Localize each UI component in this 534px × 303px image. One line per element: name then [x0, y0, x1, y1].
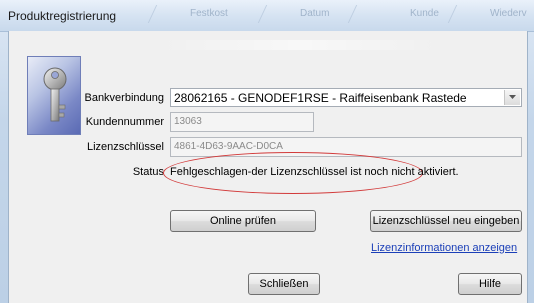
license-key-value: 4861-4D63-9AAC-D0CA [174, 141, 283, 152]
background-label: Datum [300, 8, 330, 19]
online-check-button[interactable]: Online prüfen [170, 210, 316, 232]
license-label: Lizenzschlüssel [86, 141, 164, 153]
license-info-link[interactable]: Lizenzinformationen anzeigen [371, 242, 517, 254]
background-label: Festkost [190, 8, 228, 19]
customer-label: Kundennummer [85, 116, 164, 128]
background-separator [257, 5, 282, 23]
chevron-down-icon [509, 95, 516, 99]
faded-header [160, 40, 440, 50]
background-label: Kunde [410, 8, 439, 19]
bank-select-dropdown-button[interactable] [504, 90, 520, 105]
status-label: Status [132, 166, 164, 178]
background-separator [447, 5, 472, 23]
customer-number-value: 13063 [174, 116, 202, 127]
key-icon-panel [27, 56, 81, 135]
background-separator [347, 5, 372, 23]
window-title: Produktregistrierung [8, 9, 117, 23]
help-button[interactable]: Hilfe [458, 273, 522, 295]
bank-select[interactable]: 28062165 - GENODEF1RSE - Raiffeisenbank … [170, 88, 522, 107]
background-separator [147, 5, 172, 23]
customer-number-field[interactable]: 13063 [170, 112, 314, 132]
new-license-button[interactable]: Lizenzschlüssel neu eingeben [370, 210, 522, 232]
close-button[interactable]: Schließen [248, 273, 320, 295]
key-icon [43, 67, 67, 122]
title-bar: Produktregistrierung Festkost Datum Kund… [0, 0, 534, 32]
bank-select-value: 28062165 - GENODEF1RSE - Raiffeisenbank … [174, 91, 467, 105]
background-label: Wiederv [490, 8, 527, 19]
app-window: Produktregistrierung Festkost Datum Kund… [0, 0, 534, 303]
status-text: Fehlgeschlagen-der Lizenzschlüssel ist n… [170, 166, 459, 178]
bank-label: Bankverbindung [84, 92, 164, 104]
